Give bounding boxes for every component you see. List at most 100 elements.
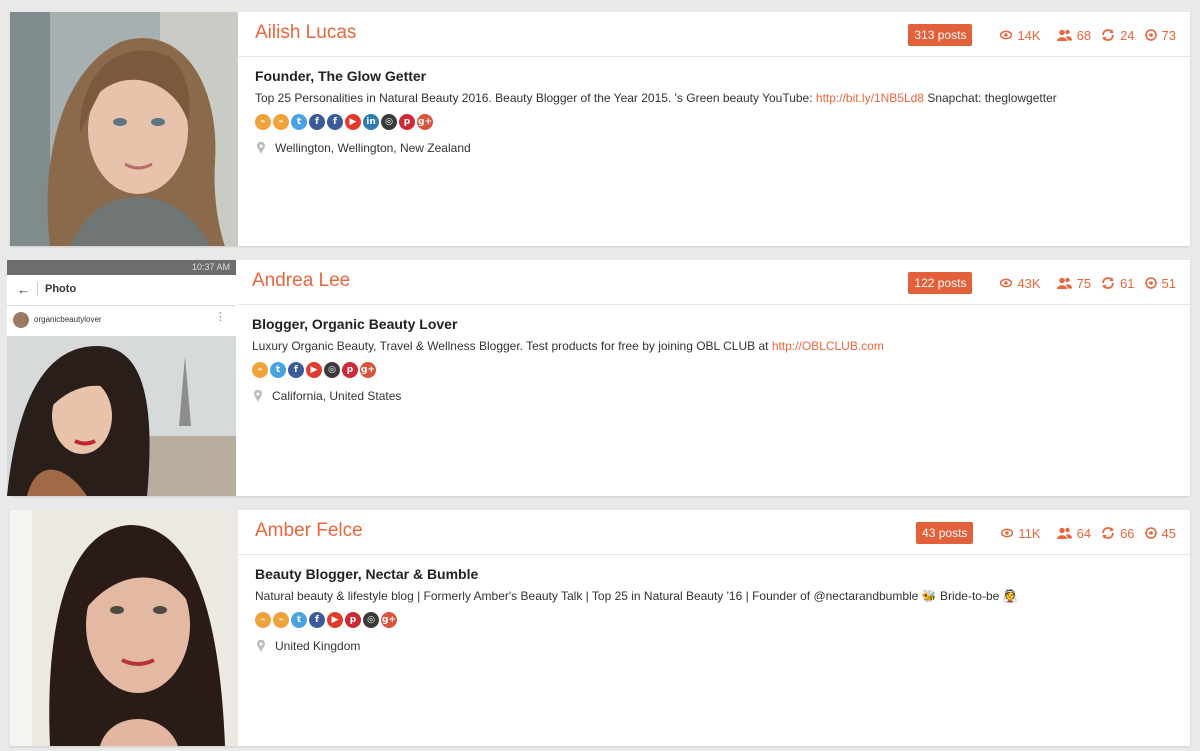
influencer-bio: Luxury Organic Beauty, Travel & Wellness… [252, 339, 1173, 353]
google-plus-icon[interactable]: g+ [417, 114, 433, 130]
reach-count: 51 [1161, 275, 1176, 291]
stats-bar: 313 posts 14K 68 24 73 [908, 24, 1176, 46]
portrait-illustration [10, 12, 238, 246]
instagram-icon[interactable]: ◎ [363, 612, 379, 628]
reach-count: 73 [1161, 27, 1176, 43]
bio-link[interactable]: http://OBLCLUB.com [772, 339, 884, 353]
rss-icon[interactable]: ⌁ [273, 612, 289, 628]
stats-bar: 122 posts 43K 75 61 51 [908, 272, 1176, 294]
account-avatar [13, 312, 29, 328]
profile-photo[interactable]: 10:37 AM ← Photo organicbeautylover ⋮ [7, 260, 236, 496]
twitter-icon[interactable]: t [291, 114, 307, 130]
map-pin-icon [257, 142, 265, 154]
facebook-icon[interactable]: f [309, 612, 325, 628]
views-count: 43K [1017, 275, 1041, 291]
map-pin-icon [254, 390, 262, 402]
instagram-icon[interactable]: ◎ [324, 362, 340, 378]
facebook-icon[interactable]: f [288, 362, 304, 378]
pinterest-icon[interactable]: p [342, 362, 358, 378]
views-stat: 43K [1000, 275, 1041, 291]
location: United Kingdom [255, 639, 1173, 653]
phone-app-header: ← Photo [7, 275, 236, 306]
influencer-name[interactable]: Amber Felce [255, 520, 363, 542]
bio-text: Natural beauty & lifestyle blog | Former… [255, 589, 1018, 603]
more-icon: ⋮ [215, 311, 226, 323]
eye-icon [1001, 528, 1014, 538]
target-icon [1144, 277, 1157, 289]
pinterest-icon[interactable]: p [399, 114, 415, 130]
users-icon [1056, 527, 1072, 539]
location-text: United Kingdom [275, 639, 361, 653]
social-links: ⌁ ⌁ t f ▶ p ◎ g+ [255, 612, 1173, 628]
refresh-icon [1102, 29, 1114, 41]
phone-status-bar: 10:37 AM [7, 260, 236, 275]
portrait-illustration [10, 510, 238, 746]
bio-link[interactable]: http://bit.ly/1NB5Ld8 [816, 91, 924, 105]
reach-stat: 45 [1144, 525, 1176, 541]
followers-stat: 64 [1056, 526, 1091, 541]
posts-badge[interactable]: 43 posts [916, 522, 974, 544]
refresh-icon [1102, 527, 1114, 539]
views-count: 14K [1017, 27, 1041, 43]
instagram-icon[interactable]: ◎ [381, 114, 397, 130]
location: Wellington, Wellington, New Zealand [255, 141, 1173, 155]
reach-count: 45 [1161, 525, 1176, 541]
views-stat: 11K [1001, 525, 1041, 541]
users-icon [1056, 29, 1072, 41]
back-arrow-icon: ← [17, 282, 30, 297]
influencer-card: Ailish Lucas 313 posts 14K 68 24 73 Foun… [10, 12, 1190, 246]
posts-badge[interactable]: 313 posts [908, 24, 973, 46]
location: California, United States [252, 389, 1173, 403]
shares-count: 66 [1120, 525, 1135, 541]
social-links: ⌁ ⌁ t f f ▶ in ◎ p g+ [255, 114, 1173, 130]
influencer-name[interactable]: Andrea Lee [252, 270, 350, 292]
phone-header-title: Photo [45, 283, 77, 295]
bio-text-after: Snapchat: theglowgetter [923, 91, 1057, 105]
target-icon [1144, 527, 1157, 539]
rss-icon[interactable]: ⌁ [273, 114, 289, 130]
users-icon [1056, 277, 1072, 289]
status-time: 10:37 AM [191, 262, 230, 272]
youtube-icon[interactable]: ▶ [327, 612, 343, 628]
profile-photo[interactable] [10, 12, 238, 246]
eye-icon [1000, 30, 1013, 40]
google-plus-icon[interactable]: g+ [360, 362, 376, 378]
followers-stat: 75 [1056, 276, 1091, 291]
views-count: 11K [1018, 525, 1041, 541]
google-plus-icon[interactable]: g+ [381, 612, 397, 628]
location-text: California, United States [272, 389, 402, 403]
shares-stat: 61 [1101, 275, 1135, 291]
shares-stat: 66 [1101, 525, 1135, 541]
profile-photo[interactable] [10, 510, 238, 746]
shares-stat: 24 [1101, 28, 1135, 43]
facebook-icon[interactable]: f [327, 114, 343, 130]
account-handle: organicbeautylover [34, 315, 102, 324]
followers-stat: 68 [1056, 27, 1092, 43]
posts-badge[interactable]: 122 posts [908, 272, 973, 294]
rss-icon[interactable]: ⌁ [255, 114, 271, 130]
location-text: Wellington, Wellington, New Zealand [275, 141, 471, 155]
post-image [7, 336, 236, 496]
followers-count: 68 [1076, 27, 1092, 43]
bio-text: Luxury Organic Beauty, Travel & Wellness… [252, 339, 772, 353]
twitter-icon[interactable]: t [270, 362, 286, 378]
linkedin-icon[interactable]: in [363, 114, 379, 130]
facebook-icon[interactable]: f [309, 114, 325, 130]
bio-text: Top 25 Personalities in Natural Beauty 2… [255, 91, 816, 105]
rss-icon[interactable]: ⌁ [255, 612, 271, 628]
shares-count: 61 [1120, 275, 1135, 291]
pinterest-icon[interactable]: p [345, 612, 361, 628]
phone-account-row: organicbeautylover ⋮ [7, 306, 236, 336]
stats-bar: 43 posts 11K 64 66 45 [916, 522, 1176, 544]
influencer-card: Amber Felce 43 posts 11K 64 66 45 Beauty… [10, 510, 1190, 746]
twitter-icon[interactable]: t [291, 612, 307, 628]
refresh-icon [1102, 277, 1114, 289]
youtube-icon[interactable]: ▶ [306, 362, 322, 378]
rss-icon[interactable]: ⌁ [252, 362, 268, 378]
portrait-illustration [7, 336, 236, 496]
views-stat: 14K [1000, 27, 1041, 43]
influencer-bio: Top 25 Personalities in Natural Beauty 2… [255, 91, 1173, 105]
reach-stat: 51 [1144, 275, 1176, 291]
youtube-icon[interactable]: ▶ [345, 114, 361, 130]
influencer-name[interactable]: Ailish Lucas [255, 22, 356, 44]
